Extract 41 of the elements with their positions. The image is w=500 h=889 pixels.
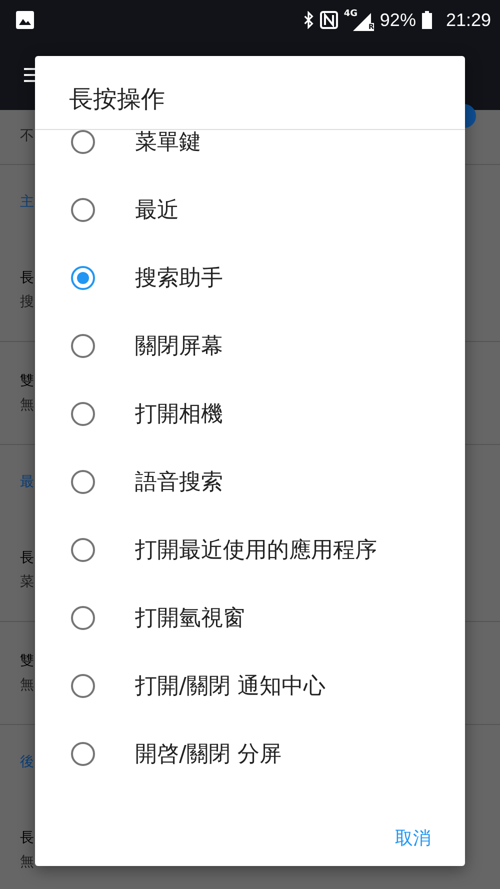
setting-summary: 無 [20,677,34,693]
radio-button[interactable] [71,606,95,630]
option-item[interactable]: 菜單鍵 [35,130,465,176]
setting-title: 長 [20,830,34,846]
battery-percentage: 92% [380,10,416,30]
section-header: 最 [20,473,34,491]
setting-title: 雙 [20,373,34,389]
section-header: 後 [20,753,34,771]
setting-summary: 搜 [20,294,34,310]
radio-button[interactable] [71,334,95,358]
radio-button[interactable] [71,674,95,698]
option-item[interactable]: 開啓/關閉 分屏 [35,720,465,788]
setting-summary: 不 [20,128,34,144]
radio-button[interactable] [71,470,95,494]
setting-title: 雙 [20,653,34,669]
option-item[interactable]: 最近 [35,176,465,244]
setting-title: 長 [20,270,34,286]
battery-icon [422,11,432,29]
radio-button[interactable] [71,266,95,290]
radio-button[interactable] [71,402,95,426]
option-item[interactable]: 打開/關閉 通知中心 [35,652,465,720]
section-header: 主 [20,193,34,211]
option-item[interactable]: 打開氫視窗 [35,584,465,652]
setting-summary: 無 [20,854,34,870]
radio-button[interactable] [71,130,95,154]
radio-button[interactable] [71,198,95,222]
bluetooth-icon [302,11,314,29]
setting-title: 長 [20,550,34,566]
radio-button[interactable] [71,742,95,766]
option-item[interactable]: 關閉屏幕 [35,312,465,380]
clock: 21:29 [446,10,491,30]
dialog-title: 長按操作 [69,84,165,115]
image-icon [16,11,34,29]
option-item[interactable]: 打開最近使用的應用程序 [35,516,465,584]
option-item[interactable]: 語音搜索 [35,448,465,516]
radio-button[interactable] [71,538,95,562]
option-item[interactable]: 打開相機 [35,380,465,448]
setting-summary: 菜 [20,574,34,590]
option-item[interactable]: 搜索助手 [35,244,465,312]
nfc-icon [320,11,338,29]
setting-summary: 無 [20,397,34,413]
